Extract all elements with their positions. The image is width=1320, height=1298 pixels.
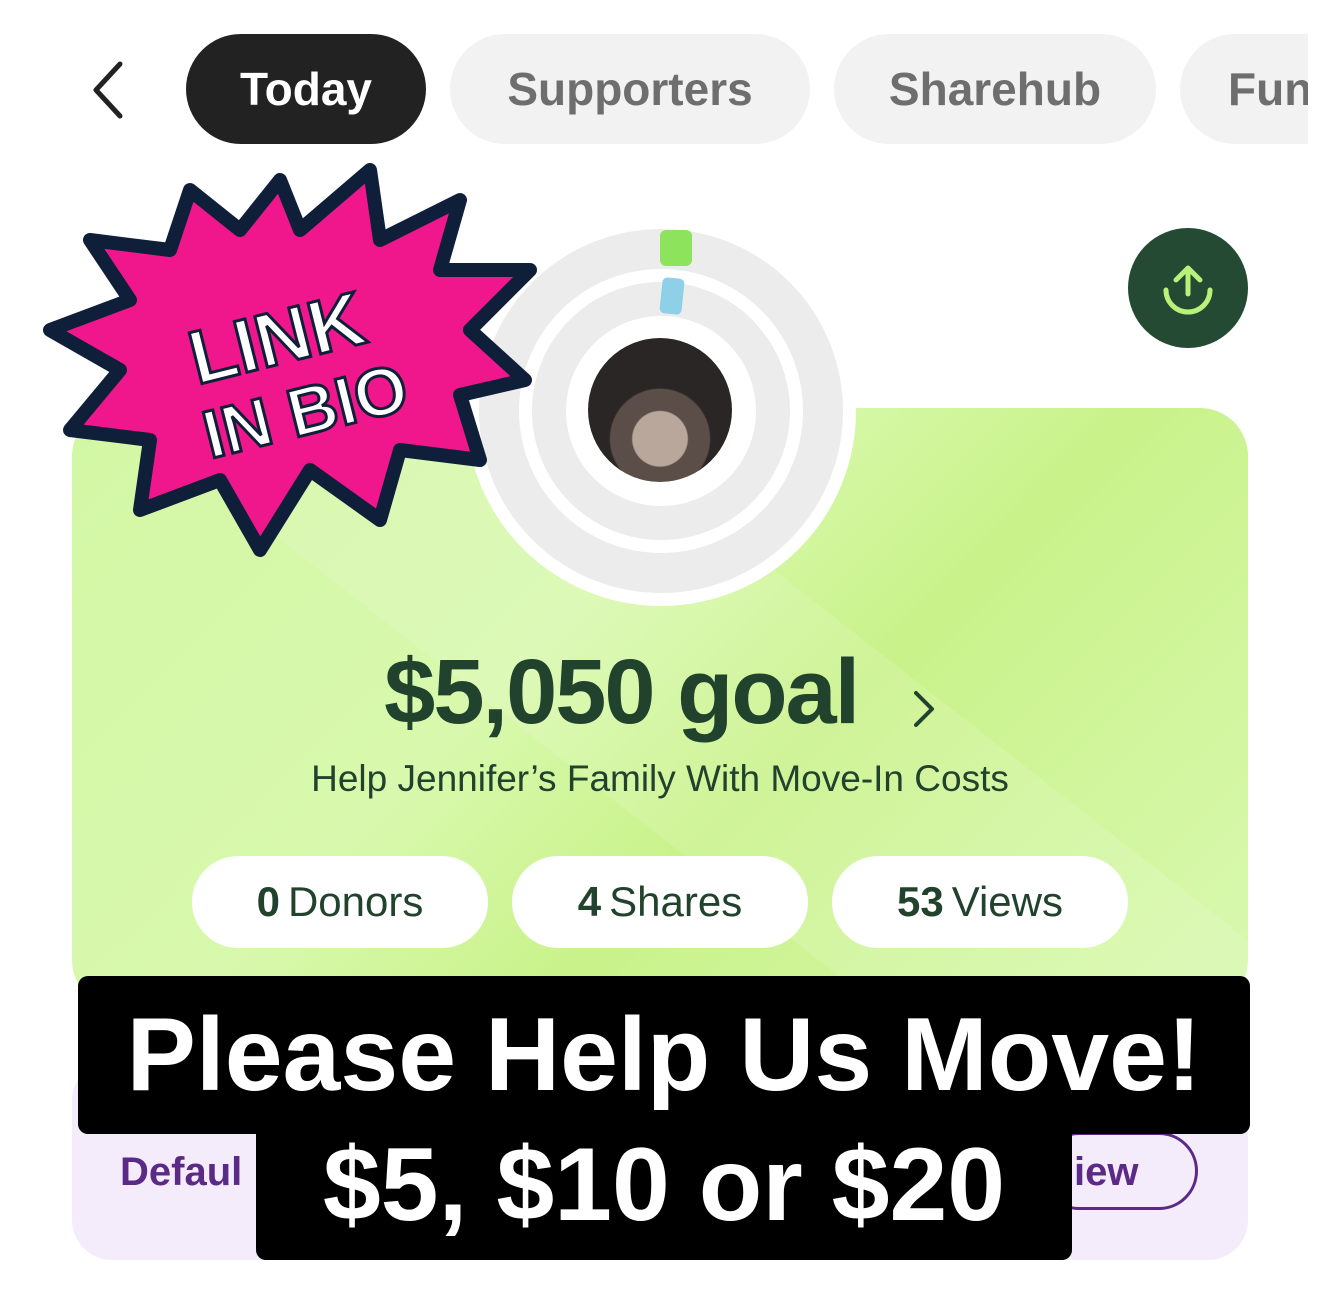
goal-text: $5,050 goal	[384, 641, 860, 743]
campaign-title: Help Jennifer’s Family With Move-In Cost…	[311, 758, 1009, 799]
tab-today[interactable]: Today	[186, 34, 426, 144]
stat-views[interactable]: 53 Views	[832, 856, 1128, 948]
tab-fun[interactable]: Fun	[1180, 34, 1308, 144]
avatar	[588, 338, 732, 482]
stat-donors[interactable]: 0 Donors	[192, 856, 488, 948]
caption-line-2: $5, $10 or $20	[256, 1110, 1072, 1260]
stat-views-count: 53	[897, 878, 944, 925]
stat-shares-label: Shares	[609, 878, 743, 925]
tab-bar: Today Supporters Sharehub Fun	[0, 0, 1308, 160]
share-button[interactable]	[1128, 228, 1248, 348]
lower-left-label: Defaul	[120, 1150, 243, 1194]
stat-donors-count: 0	[256, 878, 280, 925]
upload-icon	[1163, 265, 1213, 315]
chevron-right-icon	[912, 646, 936, 751]
stat-views-label: Views	[951, 878, 1063, 925]
stat-shares[interactable]: 4 Shares	[512, 856, 808, 948]
progress-inner-marker	[659, 277, 685, 315]
tab-sharehub[interactable]: Sharehub	[834, 34, 1156, 144]
stat-shares-count: 4	[577, 878, 602, 925]
tab-supporters[interactable]: Supporters	[450, 34, 810, 144]
progress-outer-marker	[660, 230, 692, 266]
lower-right-label: iew	[1074, 1150, 1139, 1194]
link-in-bio-sticker: LINK IN BIO	[43, 163, 537, 557]
goal-amount[interactable]: $5,050 goal	[0, 640, 1320, 751]
stat-donors-label: Donors	[287, 878, 424, 925]
